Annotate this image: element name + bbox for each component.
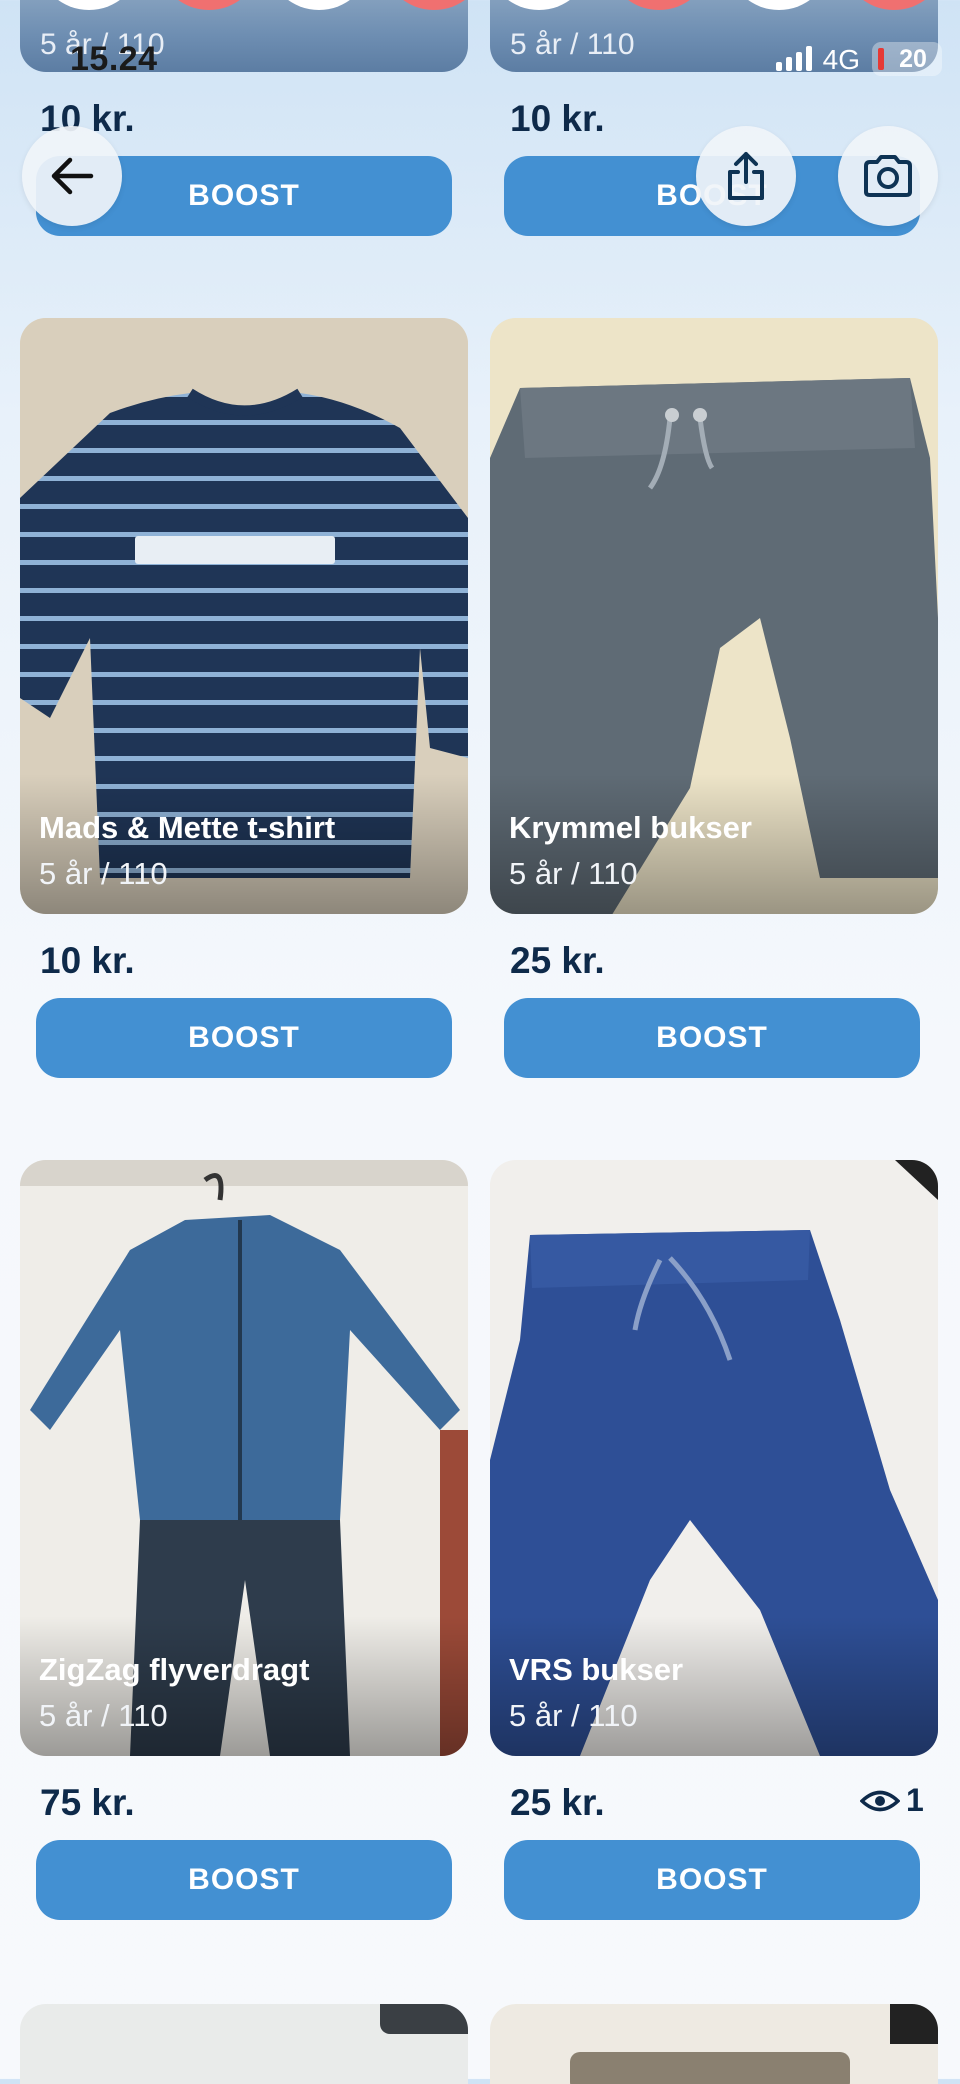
product-card[interactable]: Krymmel bukser 5 år / 110	[490, 318, 938, 914]
product-card[interactable]: VRS bukser 5 år / 110	[490, 1160, 938, 1756]
product-price: 25 kr.	[510, 1782, 605, 1823]
status-time: 15.24	[70, 40, 158, 78]
signal-icon	[776, 46, 812, 71]
product-subtitle: 5 år / 110	[510, 28, 635, 61]
product-card-peek[interactable]	[20, 2004, 468, 2084]
product-subtitle: 5 år / 110	[509, 1698, 638, 1733]
back-button[interactable]	[22, 126, 122, 226]
boost-button[interactable]: BOOST	[504, 1840, 920, 1920]
boost-button[interactable]: BOOST	[36, 1840, 452, 1920]
product-card[interactable]: ZigZag flyverdragt 5 år / 110	[20, 1160, 468, 1756]
product-title: Mads & Mette t-shirt	[39, 810, 336, 845]
product-title: Krymmel bukser	[509, 810, 752, 845]
view-count-value: 1	[906, 1782, 924, 1818]
photo-decoration	[730, 0, 828, 10]
view-count: 1	[860, 1782, 924, 1819]
photo-decoration	[160, 0, 258, 10]
arrow-left-icon	[51, 157, 94, 195]
photo-decoration	[270, 0, 368, 10]
photo-decoration	[490, 0, 588, 10]
photo-decoration	[845, 0, 938, 10]
network-type: 4G	[822, 44, 860, 75]
photo-decoration	[890, 2004, 938, 2044]
camera-button[interactable]	[838, 126, 938, 226]
product-subtitle: 5 år / 110	[39, 1698, 168, 1733]
product-card[interactable]: Mads & Mette t-shirt 5 år / 110	[20, 318, 468, 914]
boost-button[interactable]: BOOST	[36, 998, 452, 1078]
photo-decoration	[610, 0, 708, 10]
product-title: VRS bukser	[509, 1652, 684, 1687]
product-subtitle: 5 år / 110	[39, 856, 168, 891]
share-button[interactable]	[696, 126, 796, 226]
boost-button[interactable]: BOOST	[504, 998, 920, 1078]
product-card-top-right[interactable]: 5 år / 110	[490, 0, 938, 72]
photo-decoration	[40, 0, 138, 10]
product-card-peek[interactable]	[490, 2004, 938, 2084]
product-price: 25 kr.	[510, 940, 605, 981]
photo-decoration	[380, 2004, 468, 2034]
battery-level: 20	[899, 44, 927, 73]
product-price: 10 kr.	[510, 98, 605, 139]
photo-decoration	[385, 0, 468, 10]
product-price: 75 kr.	[40, 1782, 135, 1823]
eye-icon	[860, 1790, 900, 1811]
share-icon	[728, 152, 764, 200]
battery-icon: 20	[872, 42, 942, 76]
product-price: 10 kr.	[40, 940, 135, 981]
product-subtitle: 5 år / 110	[509, 856, 638, 891]
photo-decoration	[570, 2052, 850, 2084]
camera-icon	[864, 155, 912, 197]
product-title: ZigZag flyverdragt	[39, 1652, 310, 1687]
